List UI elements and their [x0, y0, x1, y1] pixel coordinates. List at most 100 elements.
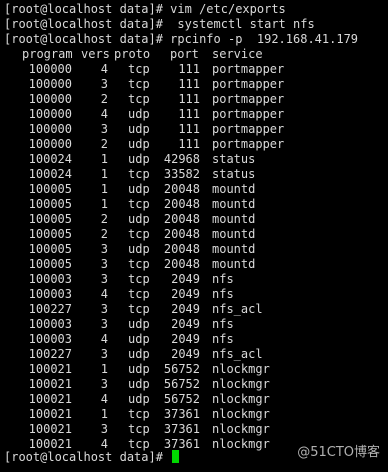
port-cell: 111 — [178, 107, 200, 121]
proto-cell: udp — [128, 212, 150, 226]
proto-cell: udp — [128, 317, 150, 331]
service-cell: mountd — [212, 257, 256, 271]
header-port: port — [170, 47, 199, 61]
port-cell: 111 — [178, 122, 200, 136]
proto-cell: udp — [128, 242, 150, 256]
table-row: 100003 3 tcp 2049 nfs — [0, 272, 388, 287]
port-cell: 111 — [178, 62, 200, 76]
vers-cell: 4 — [100, 107, 108, 121]
proto-cell: tcp — [128, 77, 150, 91]
table-row: 100227 3 udp 2049 nfs_acl — [0, 347, 388, 362]
port-cell: 56752 — [163, 392, 200, 406]
program-cell: 100005 — [28, 197, 72, 211]
terminal-window[interactable]: [root@localhost data]# vim /etc/exports … — [0, 0, 388, 472]
service-cell: nlockmgr — [212, 362, 270, 376]
proto-cell: tcp — [128, 287, 150, 301]
program-cell: 100003 — [28, 317, 72, 331]
program-cell: 100000 — [28, 137, 72, 151]
table-row: 100024 1 tcp 33582 status — [0, 167, 388, 182]
table-row: 100003 4 tcp 2049 nfs — [0, 287, 388, 302]
service-cell: portmapper — [212, 107, 285, 121]
vers-cell: 1 — [100, 197, 108, 211]
port-cell: 2049 — [171, 287, 200, 301]
service-cell: nfs_acl — [212, 347, 263, 361]
program-cell: 100021 — [28, 422, 72, 436]
service-cell: mountd — [212, 197, 256, 211]
port-cell: 2049 — [171, 332, 200, 346]
program-cell: 100005 — [28, 257, 72, 271]
proto-cell: udp — [128, 152, 150, 166]
vers-cell: 4 — [100, 287, 108, 301]
port-cell: 33582 — [163, 167, 200, 181]
vers-cell: 1 — [100, 182, 108, 196]
vers-cell: 3 — [100, 242, 108, 256]
service-cell: nlockmgr — [212, 392, 270, 406]
terminal-cursor — [172, 450, 180, 463]
program-cell: 100005 — [28, 212, 72, 226]
prompt: [root@localhost data]# — [4, 2, 171, 16]
command-text: systemctl start nfs — [170, 17, 315, 31]
proto-cell: udp — [128, 392, 150, 406]
vers-cell: 3 — [100, 302, 108, 316]
prompt: [root@localhost data]# — [4, 17, 171, 31]
service-cell: nfs — [212, 317, 234, 331]
prompt: [root@localhost data]# — [4, 32, 171, 46]
program-cell: 100024 — [28, 167, 72, 181]
table-row: 100000 4 udp 111 portmapper — [0, 107, 388, 122]
program-cell: 100003 — [28, 332, 72, 346]
watermark: @51CTO博客 — [297, 445, 380, 460]
port-cell: 56752 — [163, 377, 200, 391]
proto-cell: tcp — [128, 272, 150, 286]
service-cell: nlockmgr — [212, 437, 270, 451]
table-row: 100000 2 udp 111 portmapper — [0, 137, 388, 152]
vers-cell: 3 — [100, 317, 108, 331]
program-cell: 100005 — [28, 242, 72, 256]
table-row: 100000 4 tcp 111 portmapper — [0, 62, 388, 77]
port-cell: 2049 — [171, 302, 200, 316]
vers-cell: 2 — [100, 212, 108, 226]
table-row: 100024 1 udp 42968 status — [0, 152, 388, 167]
proto-cell: udp — [128, 182, 150, 196]
program-cell: 100227 — [28, 302, 72, 316]
vers-cell: 2 — [100, 92, 108, 106]
service-cell: portmapper — [212, 62, 285, 76]
port-cell: 111 — [178, 92, 200, 106]
proto-cell: tcp — [128, 92, 150, 106]
port-cell: 20048 — [163, 182, 200, 196]
table-row: 100000 3 tcp 111 portmapper — [0, 77, 388, 92]
command-line-3: [root@localhost data]# rpcinfo -p 192.16… — [4, 32, 358, 47]
table-row: 100021 4 udp 56752 nlockmgr — [0, 392, 388, 407]
header-vers: vers — [81, 47, 110, 61]
table-row: 100000 2 tcp 111 portmapper — [0, 92, 388, 107]
port-cell: 20048 — [163, 227, 200, 241]
program-cell: 100000 — [28, 62, 72, 76]
proto-cell: tcp — [128, 257, 150, 271]
vers-cell: 1 — [100, 167, 108, 181]
service-cell: portmapper — [212, 122, 285, 136]
port-cell: 111 — [178, 77, 200, 91]
final-prompt-line[interactable]: [root@localhost data]# — [4, 450, 180, 465]
vers-cell: 4 — [100, 332, 108, 346]
port-cell: 20048 — [163, 197, 200, 211]
service-cell: mountd — [212, 182, 256, 196]
vers-cell: 3 — [100, 377, 108, 391]
port-cell: 2049 — [171, 347, 200, 361]
port-cell: 37361 — [163, 422, 200, 436]
program-cell: 100021 — [28, 392, 72, 406]
header-proto: proto — [114, 47, 151, 61]
port-cell: 42968 — [163, 152, 200, 166]
command-text: vim /etc/exports — [170, 2, 286, 16]
table-row: 100227 3 tcp 2049 nfs_acl — [0, 302, 388, 317]
table-row: 100003 3 udp 2049 nfs — [0, 317, 388, 332]
service-cell: nfs — [212, 287, 234, 301]
table-row: 100021 3 tcp 37361 nlockmgr — [0, 422, 388, 437]
proto-cell: tcp — [128, 407, 150, 421]
proto-cell: tcp — [128, 197, 150, 211]
proto-cell: tcp — [128, 167, 150, 181]
vers-cell: 2 — [100, 227, 108, 241]
table-row: 100021 1 tcp 37361 nlockmgr — [0, 407, 388, 422]
proto-cell: tcp — [128, 227, 150, 241]
rpcinfo-header: program vers proto port service — [0, 47, 388, 62]
service-cell: nlockmgr — [212, 407, 270, 421]
vers-cell: 1 — [100, 362, 108, 376]
